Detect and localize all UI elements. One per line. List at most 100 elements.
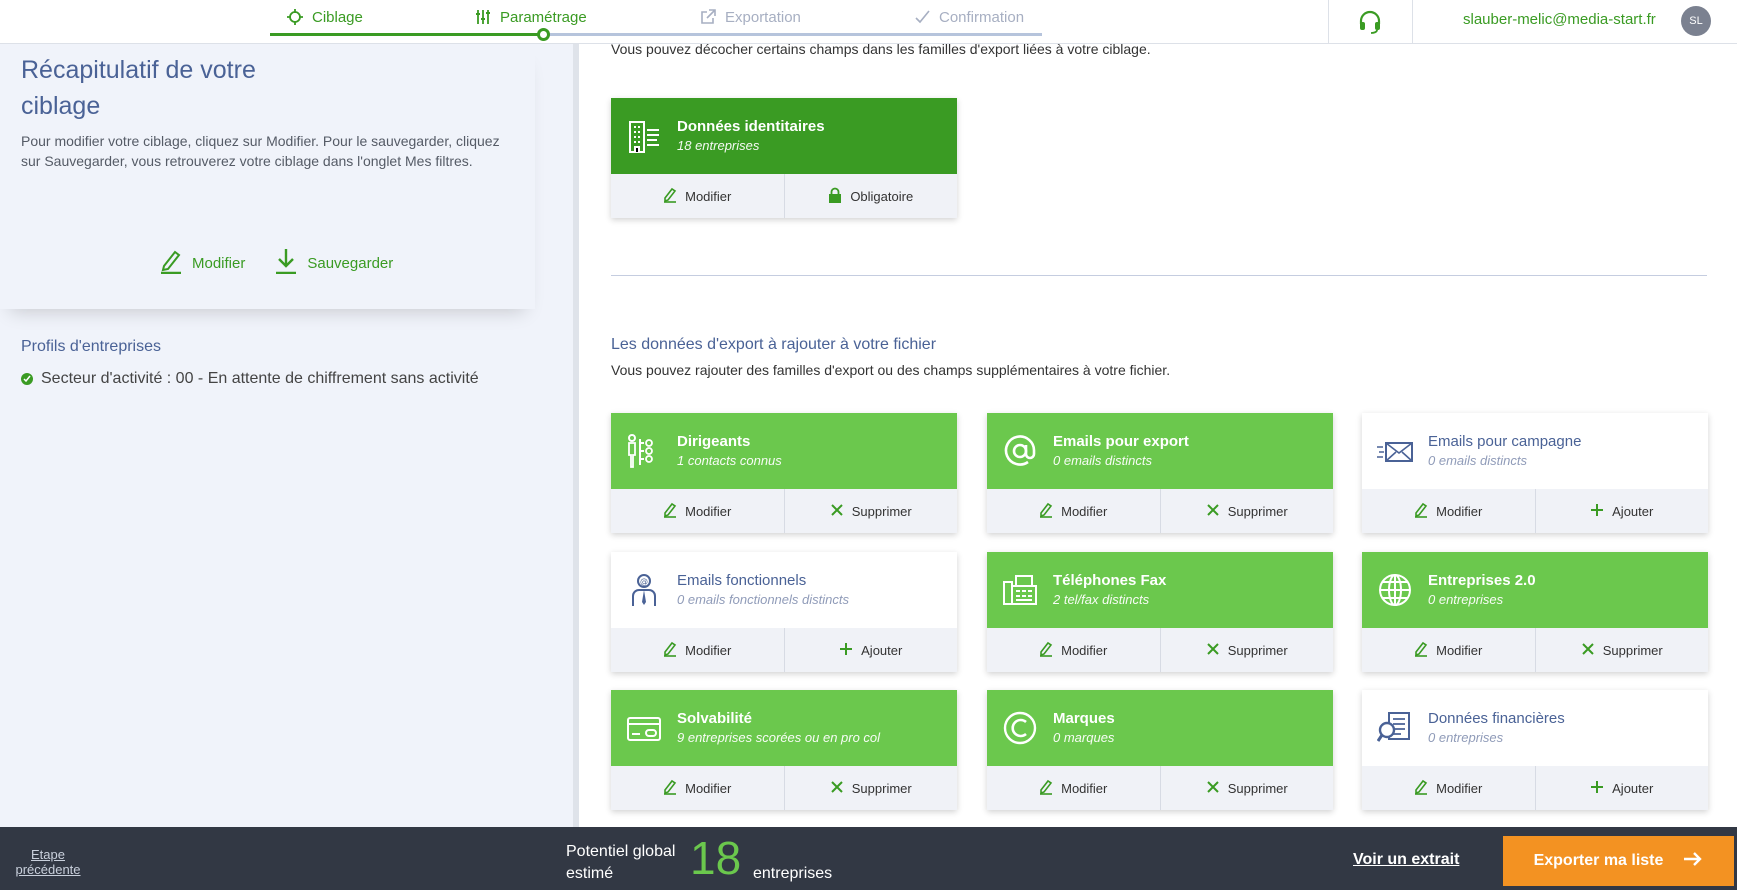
- building-icon: [625, 117, 663, 155]
- user-email[interactable]: slauber-melic@media-start.fr: [1463, 11, 1656, 28]
- svg-text:@: @: [640, 577, 648, 586]
- pencil-icon: [1414, 779, 1428, 798]
- card-modify-button[interactable]: Modifier: [1362, 489, 1535, 533]
- card-remove-button[interactable]: Supprimer: [783, 489, 958, 533]
- card-modify-button[interactable]: Modifier: [611, 766, 784, 810]
- step-exportation[interactable]: Exportation: [699, 8, 801, 26]
- avatar[interactable]: SL: [1681, 6, 1711, 36]
- arrow-right-icon: [1683, 851, 1703, 872]
- main-content: Vous pouvez décocher certains champs dan…: [579, 44, 1737, 827]
- card-modify-button[interactable]: Modifier: [987, 766, 1160, 810]
- card-required-badge: Obligatoire: [783, 174, 958, 218]
- card-modify-label: Modifier: [1436, 780, 1483, 796]
- envelope-icon: [1376, 432, 1414, 470]
- card-title: Solvabilité: [677, 710, 753, 727]
- pencil-icon: [663, 779, 677, 798]
- card-modify-label: Modifier: [685, 642, 732, 658]
- pencil-icon: [663, 502, 677, 521]
- target-icon: [286, 8, 304, 26]
- card-title: Téléphones Fax: [1053, 572, 1167, 589]
- card-remove-label: Supprimer: [1602, 642, 1663, 658]
- card-modify-label: Modifier: [1061, 642, 1108, 658]
- step-ciblage[interactable]: Ciblage: [286, 8, 363, 26]
- card-remove-button[interactable]: Supprimer: [783, 766, 958, 810]
- modify-targeting-button[interactable]: Modifier: [160, 248, 245, 278]
- export-card-emails-campagne: Emails pour campagne 0 emails distincts …: [1362, 413, 1708, 533]
- step-label: Ciblage: [312, 8, 363, 26]
- card-subtitle: 0 entreprises: [1428, 592, 1504, 607]
- section-separator: [611, 275, 1707, 276]
- card-modify-button[interactable]: Modifier: [987, 489, 1160, 533]
- copyright-icon: [1001, 709, 1039, 747]
- section-title: Les données d'export à rajouter à votre …: [611, 336, 937, 353]
- card-subtitle: 0 emails distincts: [1428, 453, 1527, 468]
- view-extract-link[interactable]: Voir un extrait: [1353, 851, 1459, 869]
- card-remove-button[interactable]: Supprimer: [1534, 628, 1709, 672]
- financial-doc-icon: [1376, 709, 1414, 747]
- bottom-bar: Etape précédente Potentiel global estimé…: [0, 827, 1737, 890]
- step-confirmation[interactable]: Confirmation: [913, 8, 1024, 26]
- support-headset-icon[interactable]: [1357, 9, 1383, 35]
- criterion-text: Secteur d'activité : 00 - En attente de …: [41, 370, 479, 387]
- card-remove-label: Supprimer: [1227, 503, 1288, 519]
- step-parametrage[interactable]: Paramétrage: [474, 8, 587, 26]
- top-bar: Ciblage Paramétrage Exportation Confirma…: [0, 0, 1737, 44]
- save-targeting-button[interactable]: Sauvegarder: [275, 248, 393, 278]
- card-add-label: Ajouter: [1612, 503, 1654, 519]
- check-circle-icon: [21, 373, 33, 385]
- person-at-icon: @: [625, 571, 663, 609]
- card-modify-button[interactable]: Modifier: [611, 174, 784, 218]
- step-label: Confirmation: [939, 8, 1025, 26]
- export-list-button[interactable]: Exporter ma liste: [1503, 836, 1734, 886]
- card-add-button[interactable]: Ajouter: [1534, 766, 1709, 810]
- pencil-icon: [663, 187, 677, 206]
- card-remove-button[interactable]: Supprimer: [1159, 628, 1334, 672]
- card-modify-label: Modifier: [1436, 642, 1483, 658]
- card-modify-label: Modifier: [685, 188, 732, 204]
- close-icon: [1206, 780, 1220, 797]
- card-title: Emails fonctionnels: [677, 572, 807, 589]
- pencil-icon: [1039, 779, 1053, 798]
- pencil-icon: [1414, 641, 1428, 660]
- at-sign-icon: [1001, 432, 1039, 470]
- card-subtitle: 0 emails distincts: [1053, 453, 1152, 468]
- card-modify-label: Modifier: [1061, 503, 1108, 519]
- card-add-button[interactable]: Ajouter: [783, 628, 958, 672]
- divider: [1328, 0, 1329, 44]
- pencil-icon: [1039, 502, 1053, 521]
- card-add-button[interactable]: Ajouter: [1534, 489, 1709, 533]
- card-remove-label: Supprimer: [851, 780, 912, 796]
- export-card-telephones-fax: Téléphones Fax 2 tel/fax distincts Modif…: [987, 552, 1333, 672]
- sliders-icon: [474, 8, 492, 26]
- close-icon: [1581, 642, 1595, 659]
- modify-label: Modifier: [192, 254, 246, 272]
- card-modify-button[interactable]: Modifier: [1362, 628, 1535, 672]
- step-label: Paramétrage: [500, 8, 587, 26]
- intro-text: Vous pouvez décocher certains champs dan…: [611, 44, 1151, 57]
- export-card-entreprises-2-0: Entreprises 2.0 0 entreprises Modifier S…: [1362, 552, 1708, 672]
- card-modify-button[interactable]: Modifier: [987, 628, 1160, 672]
- card-add-label: Ajouter: [861, 642, 903, 658]
- card-title: Emails pour campagne: [1428, 433, 1582, 450]
- card-remove-button[interactable]: Supprimer: [1159, 766, 1334, 810]
- card-modify-button[interactable]: Modifier: [611, 628, 784, 672]
- card-remove-label: Supprimer: [1227, 642, 1288, 658]
- card-title: Marques: [1053, 710, 1115, 727]
- step-label: Exportation: [725, 8, 801, 26]
- potential-count: 18: [690, 832, 742, 884]
- check-icon: [913, 8, 931, 26]
- export-card-solvabilite: Solvabilité 9 entreprises scorées ou en …: [611, 690, 957, 810]
- card-modify-label: Modifier: [685, 503, 732, 519]
- card-remove-button[interactable]: Supprimer: [1159, 489, 1334, 533]
- card-modify-button[interactable]: Modifier: [611, 489, 784, 533]
- close-icon: [1206, 503, 1220, 520]
- close-icon: [830, 503, 844, 520]
- globe-icon: [1376, 571, 1414, 609]
- divider: [1412, 0, 1413, 44]
- card-subtitle: 18 entreprises: [677, 138, 760, 153]
- card-subtitle: 1 contacts connus: [677, 453, 782, 468]
- card-modify-label: Modifier: [1436, 503, 1483, 519]
- previous-step-link[interactable]: Etape précédente: [12, 847, 84, 877]
- close-icon: [1206, 642, 1220, 659]
- card-modify-button[interactable]: Modifier: [1362, 766, 1535, 810]
